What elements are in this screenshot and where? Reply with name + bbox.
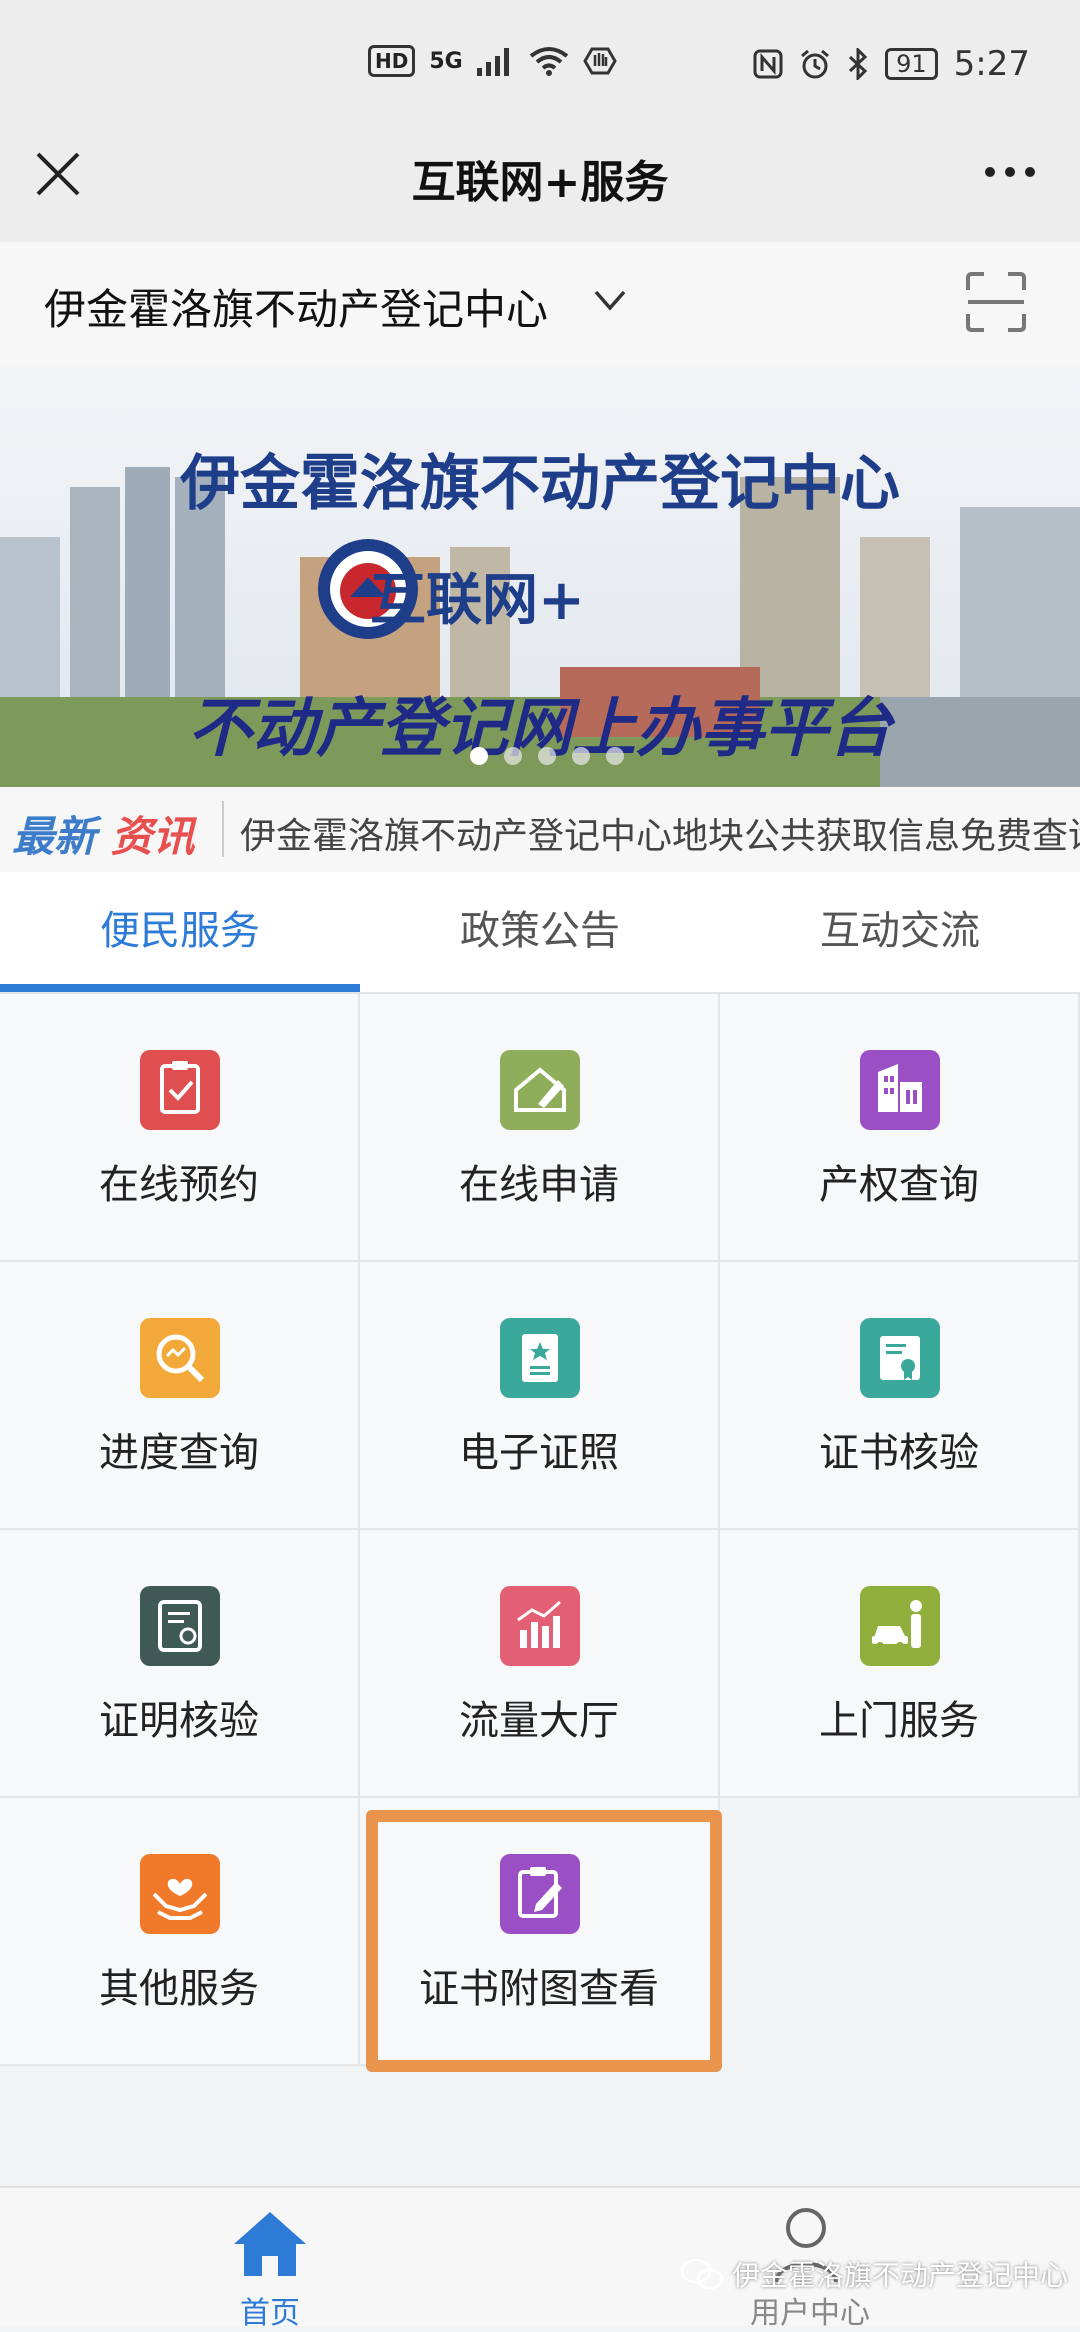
wifi-icon xyxy=(529,47,568,76)
service-label: 产权查询 xyxy=(819,1162,979,1208)
tab-interaction[interactable]: 互动交流 xyxy=(720,872,1080,992)
service-progress-query[interactable]: 进度查询 xyxy=(0,1262,360,1530)
service-label: 其他服务 xyxy=(99,1966,259,2012)
tab-convenience[interactable]: 便民服务 xyxy=(0,872,360,992)
watermark-text: 伊金霍洛旗不动产登记中心 xyxy=(732,2259,1069,2292)
bar-chart-icon xyxy=(500,1586,580,1666)
status-right: 91 5:27 xyxy=(753,44,1030,84)
service-certificate-verify[interactable]: 证书核验 xyxy=(720,1262,1080,1530)
service-e-certificate[interactable]: 电子证照 xyxy=(360,1262,720,1530)
watermark: 伊金霍洛旗不动产登记中心 xyxy=(680,2254,1068,2294)
highlight-frame xyxy=(366,1810,722,2072)
service-label: 上门服务 xyxy=(819,1698,979,1744)
news-tag-latest: 最新 xyxy=(12,812,97,861)
service-label: 进度查询 xyxy=(99,1430,259,1476)
clipboard-check-icon xyxy=(140,1050,220,1130)
carousel-dot[interactable] xyxy=(572,747,590,765)
carousel-dot[interactable] xyxy=(606,747,624,765)
status-left: HD 5G xyxy=(368,44,617,78)
status-time: 5:27 xyxy=(953,44,1030,84)
service-online-apply[interactable]: 在线申请 xyxy=(360,994,720,1262)
nav-home-label[interactable]: 首页 xyxy=(228,2288,312,2332)
news-divider xyxy=(222,801,224,857)
service-label: 在线申请 xyxy=(459,1162,619,1208)
more-icon[interactable] xyxy=(980,152,1040,192)
service-label: 证书核验 xyxy=(819,1430,979,1476)
tab-active-indicator xyxy=(0,984,360,992)
house-edit-icon xyxy=(500,1050,580,1130)
hd-icon: HD xyxy=(368,45,416,77)
wechat-icon xyxy=(680,2258,724,2290)
certificate-verify-icon xyxy=(860,1318,940,1398)
carousel-indicator xyxy=(470,747,624,765)
person-car-icon xyxy=(860,1586,940,1666)
org-selector[interactable]: 伊金霍洛旗不动产登记中心 xyxy=(44,276,548,337)
certificate-book-icon xyxy=(500,1318,580,1398)
nav-user-label[interactable]: 用户中心 xyxy=(740,2288,880,2332)
home-icon[interactable] xyxy=(228,2206,312,2280)
magnify-progress-icon xyxy=(140,1318,220,1398)
service-label: 电子证照 xyxy=(459,1430,619,1476)
scan-icon[interactable] xyxy=(964,270,1028,334)
service-label: 流量大厅 xyxy=(459,1698,619,1744)
document-verify-icon xyxy=(140,1586,220,1666)
service-door-to-door[interactable]: 上门服务 xyxy=(720,1530,1080,1798)
chevron-down-icon[interactable] xyxy=(592,282,628,318)
service-proof-verify[interactable]: 证明核验 xyxy=(0,1530,360,1798)
signal-icon xyxy=(476,48,509,76)
org-selector-bar: 伊金霍洛旗不动产登记中心 xyxy=(0,242,1080,367)
network-label: 5G xyxy=(429,48,463,74)
banner-line1: 伊金霍洛旗不动产登记中心 xyxy=(180,449,900,519)
banner-line2: 互联网+ xyxy=(370,567,585,633)
news-headline[interactable]: 伊金霍洛旗不动产登记中心地块公共获取信息免费查询 xyxy=(240,807,1080,859)
carousel-dot[interactable] xyxy=(504,747,522,765)
building-icon xyxy=(860,1050,940,1130)
service-label: 证明核验 xyxy=(99,1698,259,1744)
tab-policy[interactable]: 政策公告 xyxy=(360,872,720,992)
news-ticker[interactable]: 最新 资讯 伊金霍洛旗不动产登记中心地块公共获取信息免费查询 xyxy=(0,787,1080,872)
news-tag: 最新 资讯 xyxy=(12,803,195,864)
nfc-icon xyxy=(753,49,783,79)
top-bar: 互联网+服务 xyxy=(0,130,1080,242)
service-traffic-hall[interactable]: 流量大厅 xyxy=(360,1530,720,1798)
banner-carousel[interactable]: 伊金霍洛旗不动产登记中心 互联网+ 不动产登记网上办事平台 xyxy=(0,367,1080,787)
hands-heart-icon xyxy=(140,1854,220,1934)
status-bar: HD 5G 91 5:27 xyxy=(0,0,1080,130)
service-property-query[interactable]: 产权查询 xyxy=(720,994,1080,1262)
alarm-icon xyxy=(801,49,830,79)
carousel-dot[interactable] xyxy=(538,747,556,765)
service-other[interactable]: 其他服务 xyxy=(0,1798,360,2066)
service-online-booking[interactable]: 在线预约 xyxy=(0,994,360,1262)
carousel-dot[interactable] xyxy=(470,747,488,765)
service-tabs: 便民服务 政策公告 互动交流 xyxy=(0,872,1080,994)
news-tag-info: 资讯 xyxy=(110,812,195,861)
page-title: 互联网+服务 xyxy=(411,157,669,208)
bluetooth-icon xyxy=(849,48,868,80)
hand-icon xyxy=(582,47,617,75)
service-label: 在线预约 xyxy=(99,1162,259,1208)
battery-icon: 91 xyxy=(885,48,938,80)
